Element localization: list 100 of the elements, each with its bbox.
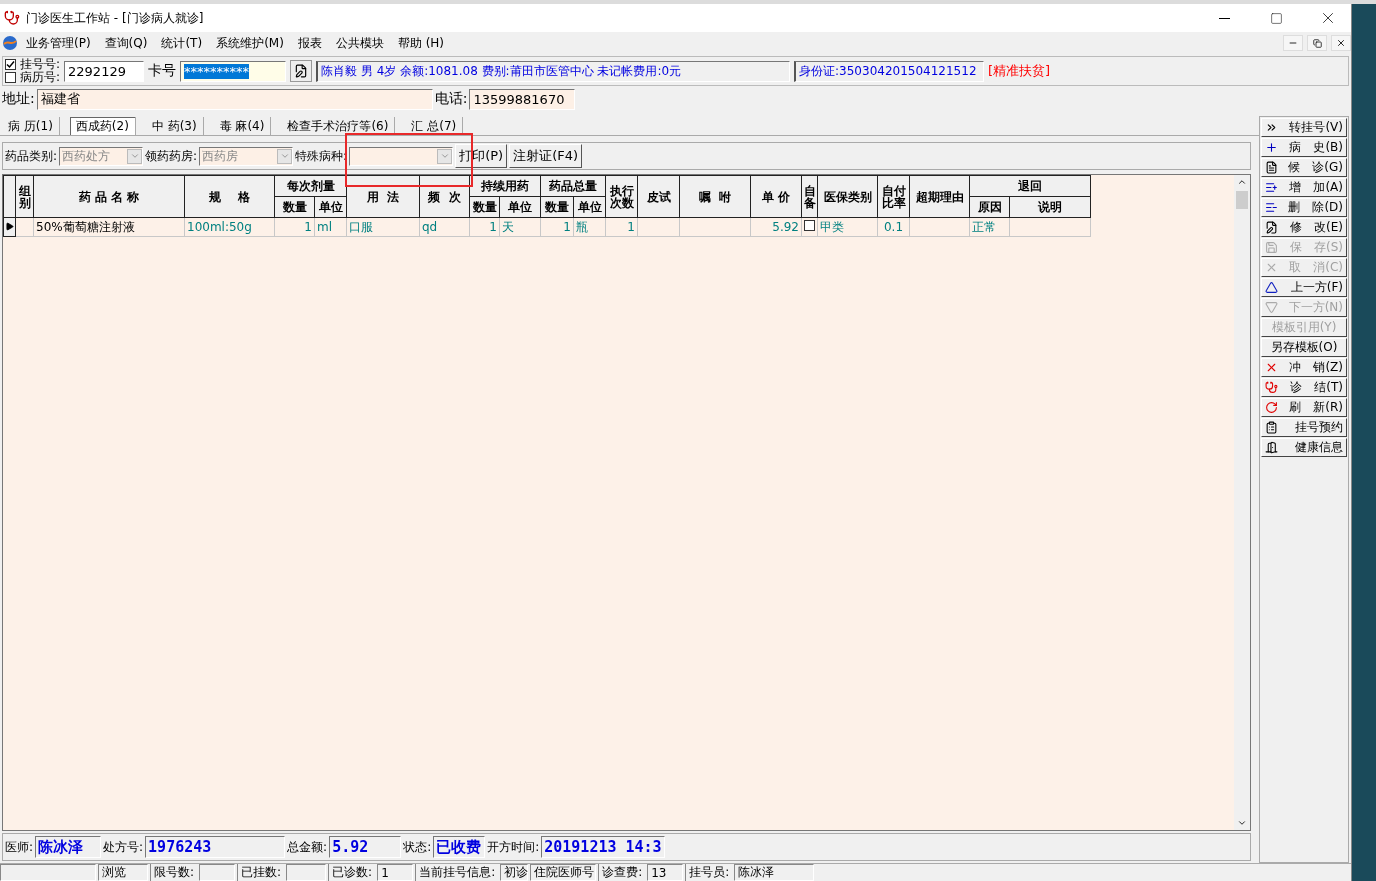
card-reader-button[interactable]	[290, 60, 313, 82]
toolbar-button[interactable]: 打印(P)	[455, 144, 508, 168]
triangle-icon	[1265, 281, 1278, 294]
column-header: 单 价	[750, 175, 802, 218]
column-header: 药 品 名 称	[33, 175, 185, 218]
globe-icon	[2, 35, 18, 51]
column-header: 频 次	[419, 175, 470, 218]
door-icon	[1265, 441, 1278, 454]
column-header: 用 法	[346, 175, 420, 218]
tab[interactable]: 中 药(3)	[145, 117, 204, 135]
side-button[interactable]: 修 改(E)	[1261, 218, 1347, 237]
dropdown-icon	[129, 151, 140, 161]
status-mode: 浏览	[98, 864, 148, 881]
tab[interactable]: 检查手术治疗等(6)	[281, 117, 396, 135]
disease-select[interactable]	[349, 146, 454, 166]
address-label: 地址:	[2, 90, 35, 108]
tab[interactable]: 西成药(2)	[69, 117, 136, 135]
drug-type-label: 药品类别:	[5, 147, 58, 165]
patient-info: 陈肖毅 男 4岁 余额:1081.08 费别:莆田市医管中心 未记帐费用:0元	[316, 60, 791, 82]
restore-button[interactable]	[1307, 35, 1327, 51]
field-value: 已收费	[433, 836, 486, 858]
status-value: 初诊	[500, 864, 529, 881]
row-pointer-icon	[5, 222, 14, 231]
close-icon	[1336, 38, 1346, 48]
minimize-icon	[1218, 17, 1230, 19]
status-label: 挂号员:	[685, 864, 733, 881]
cross-icon	[1265, 261, 1278, 274]
status-value: 陈冰泽	[734, 864, 815, 881]
scrollbar[interactable]	[1234, 175, 1250, 830]
side-button[interactable]: 冲 销(Z)	[1261, 358, 1347, 377]
close-button[interactable]	[1331, 35, 1351, 51]
side-button[interactable]: 另存模板(O)	[1261, 338, 1347, 357]
phone-label: 电话:	[434, 90, 468, 108]
side-button[interactable]: 上一方(F)	[1261, 278, 1347, 297]
side-button[interactable]: 增 加(A)	[1261, 178, 1347, 197]
side-button[interactable]: 刷 新(R)	[1261, 398, 1347, 417]
tab[interactable]: 毒 麻(4)	[213, 117, 272, 135]
list-plus-icon	[1265, 181, 1278, 194]
document-icon	[1265, 161, 1278, 174]
column-header: 每次剂量	[274, 175, 347, 197]
column-header: 超期理由	[909, 175, 970, 218]
menu-item[interactable]: 公共模块	[329, 32, 390, 54]
side-button[interactable]: 诊 结(T)	[1261, 378, 1347, 397]
number-field[interactable]: 2292129	[64, 60, 145, 82]
plus-icon	[1265, 141, 1278, 154]
scroll-thumb	[1236, 191, 1248, 209]
tab[interactable]: 汇 总(7)	[405, 117, 464, 135]
column-header: 医保类别	[817, 175, 878, 218]
side-button[interactable]: 删 除(D)	[1261, 198, 1347, 217]
side-button[interactable]: 挂号预约	[1261, 418, 1347, 437]
field-value: 1976243	[145, 836, 286, 858]
edit-document-icon	[1265, 221, 1278, 234]
edit-document-icon	[294, 64, 309, 78]
card-field[interactable]: **********	[180, 60, 287, 82]
field-label: 开方时间:	[487, 838, 540, 856]
column-header: 药品总量	[540, 175, 606, 197]
status-label: 限号数:	[150, 864, 198, 881]
checkbox-label: 挂号号:	[20, 58, 61, 71]
menu-item[interactable]: 统计(T)	[155, 32, 209, 54]
status-label: 已诊数:	[328, 864, 376, 881]
status-label: 当前挂号信息:	[415, 864, 499, 881]
side-button[interactable]: 转挂号(V)	[1261, 118, 1347, 137]
dropdown-icon	[279, 151, 290, 161]
status-label: 诊查费:	[598, 864, 646, 881]
column-header: 退回	[969, 175, 1091, 197]
column-header: 执行次数	[605, 175, 638, 218]
column-header: 嘱 咐	[679, 175, 751, 218]
restore-icon	[1312, 38, 1322, 48]
minimize-button[interactable]	[1283, 35, 1303, 51]
checkbox[interactable]	[5, 72, 16, 83]
side-button[interactable]: 病 史(B)	[1261, 138, 1347, 157]
maximize-icon	[1269, 11, 1283, 25]
menu-item[interactable]: 报表	[291, 32, 328, 54]
id-card-info: 身份证:350304201504121512	[794, 60, 985, 82]
side-button[interactable]: 候 诊(G)	[1261, 158, 1347, 177]
disease-label: 特殊病种:	[295, 147, 348, 165]
triangle-icon	[1265, 301, 1278, 314]
menu-item[interactable]: 查询(Q)	[98, 32, 154, 54]
field-value: 5.92	[329, 836, 402, 858]
column-header: 规 格	[184, 175, 275, 218]
column-header: 自付比率	[877, 175, 910, 218]
app-logo-icon	[4, 10, 20, 26]
field-label: 总金额:	[287, 838, 328, 856]
side-button[interactable]: 健康信息	[1261, 438, 1347, 457]
column-header: 持续用药	[469, 175, 541, 197]
address-field[interactable]: 福建省	[36, 88, 433, 110]
toolbar-button[interactable]: 注射证(F4)	[509, 144, 583, 168]
menu-item[interactable]: 系统维护(M)	[210, 32, 290, 54]
checkbox[interactable]	[804, 220, 815, 231]
list-minus-icon	[1265, 201, 1278, 214]
status-value: 1	[377, 864, 414, 881]
phone-field[interactable]: 13599881670	[469, 88, 576, 110]
poverty-tag: [精准扶贫]	[988, 62, 1051, 80]
scroll-up-icon	[1237, 177, 1247, 187]
menu-item[interactable]: 帮助 (H)	[391, 32, 451, 54]
field-label: 处方号:	[103, 838, 144, 856]
menu-item[interactable]: 业务管理(P)	[20, 32, 97, 54]
column-header: 皮试	[637, 175, 680, 218]
tab[interactable]: 病 历(1)	[2, 117, 60, 135]
card-label: 卡号	[148, 62, 177, 80]
